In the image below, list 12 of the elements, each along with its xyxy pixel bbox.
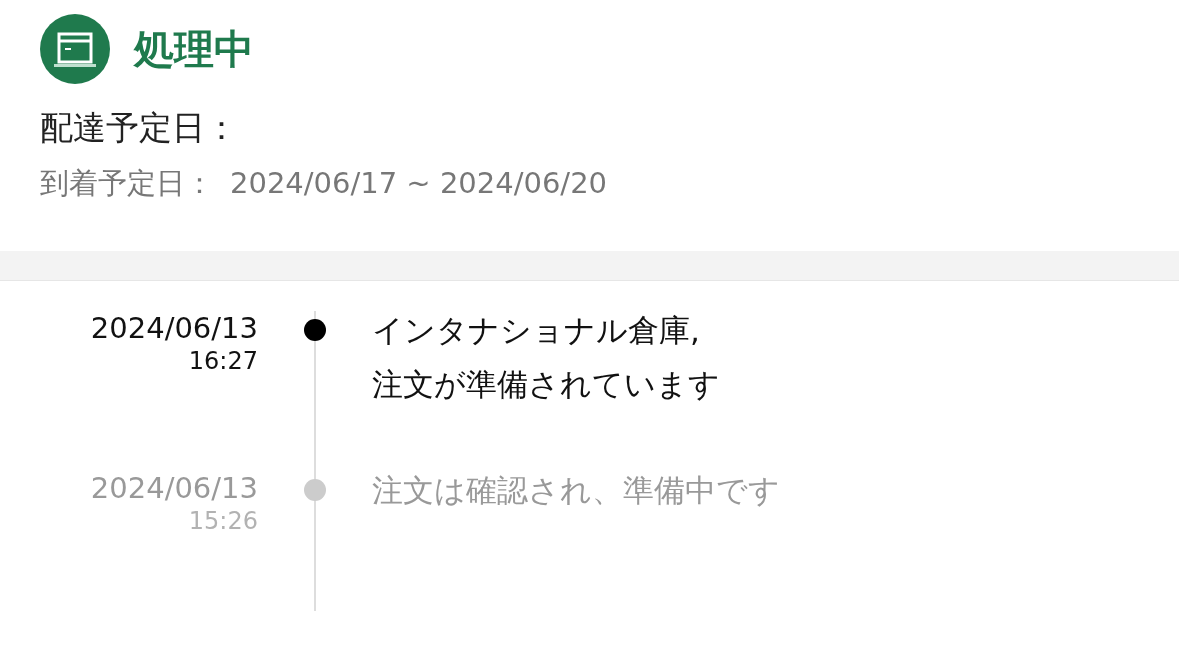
event-time: 16:27 — [187, 345, 258, 377]
event-text: 注文は確認され、準備中です — [372, 471, 780, 511]
box-icon — [40, 14, 110, 84]
event-text: インタナショナル倉庫, — [372, 311, 701, 351]
event-date: 2024/06/13 — [89, 311, 258, 346]
status-title: 処理中 — [134, 29, 254, 69]
delivery-heading: 配達予定日： — [40, 108, 239, 148]
arrival-range: 2024/06/17 ~ 2024/06/20 — [230, 164, 608, 202]
arrival-label: 到着予定日： — [40, 164, 214, 202]
event-text: 注文が準備されています — [372, 365, 720, 405]
event-date: 2024/06/13 — [89, 471, 258, 506]
event-time: 15:26 — [187, 505, 258, 537]
